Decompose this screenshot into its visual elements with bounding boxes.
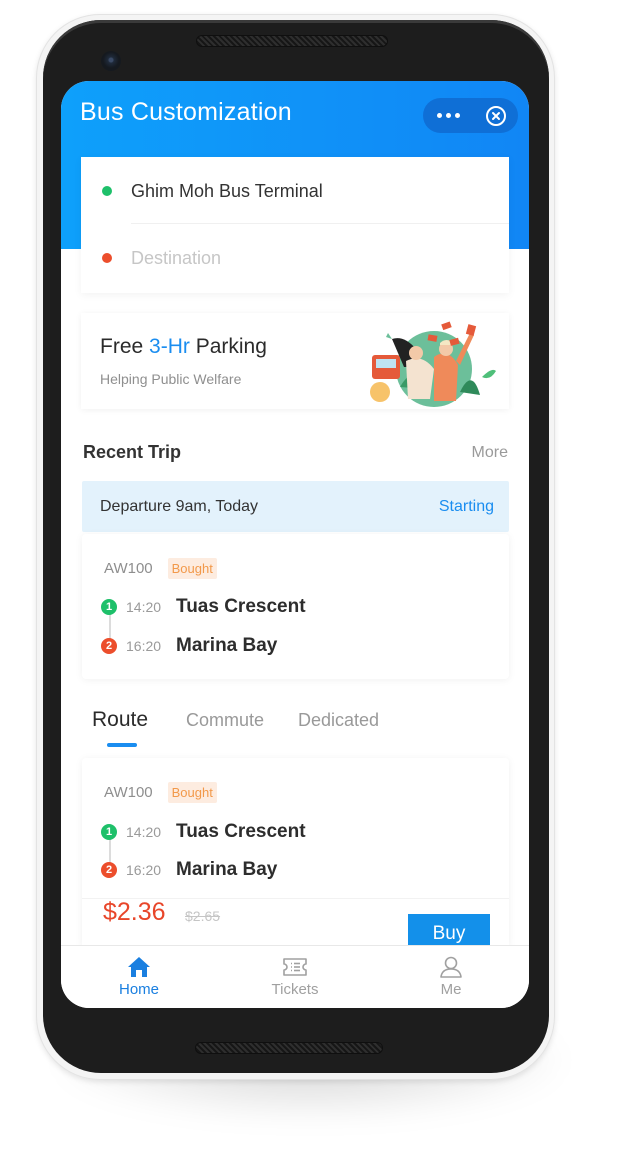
nav-label: Tickets: [271, 981, 319, 998]
close-button[interactable]: [473, 98, 518, 133]
stop-time: 14:20: [126, 599, 162, 615]
home-icon: [128, 957, 150, 977]
nav-label: Home: [118, 981, 159, 998]
departure-bar[interactable]: Departure 9am, Today Starting: [82, 481, 509, 532]
people-celebrating-illustration: [370, 321, 496, 407]
user-icon: [440, 956, 462, 978]
tab-commute[interactable]: Commute: [186, 710, 264, 731]
stop-number-badge: 1: [101, 599, 117, 615]
ellipsis-icon: [436, 113, 442, 118]
stop-time: 16:20: [126, 638, 162, 654]
ellipsis-dot: [445, 113, 451, 118]
price: $2.36: [103, 898, 166, 926]
stop-name: Tuas Crescent: [176, 821, 306, 842]
nav-label: Me: [440, 981, 462, 998]
original-price: $2.65: [185, 908, 221, 924]
destination-field[interactable]: Destination: [81, 225, 509, 291]
origin-field[interactable]: Ghim Moh Bus Terminal: [81, 158, 509, 224]
active-tab-indicator: [107, 743, 137, 747]
stop-row: 1 14:20 Tuas Crescent: [101, 596, 306, 618]
departure-status: Starting: [438, 497, 494, 515]
section-title: Recent Trip: [83, 442, 182, 462]
more-link[interactable]: More: [472, 444, 508, 462]
stop-row: 2 16:20 Marina Bay: [101, 859, 277, 881]
stop-number-badge: 2: [101, 862, 117, 878]
ticket-icon: [283, 958, 307, 976]
bottom-nav: Home Tickets Me: [61, 945, 529, 1008]
recent-trip-card[interactable]: AW100 Bought 1 14:20 Tuas Crescent 2 16:…: [82, 534, 509, 679]
page-title: Bus Customization: [80, 98, 292, 126]
destination-placeholder: Destination: [131, 247, 222, 268]
origin-value: Ghim Moh Bus Terminal: [131, 180, 323, 201]
stop-row: 2 16:20 Marina Bay: [101, 635, 277, 657]
location-card: Ghim Moh Bus Terminal Destination: [81, 157, 509, 293]
promo-subtitle: Helping Public Welfare: [100, 371, 242, 387]
app-screen: Bus Customization Ghim Moh Bus Terminal …: [61, 81, 529, 1008]
bus-code: AW100: [104, 560, 153, 577]
route-type-tabs: Route Commute Dedicated: [61, 701, 529, 751]
promo-title-highlight: 3-Hr: [149, 335, 190, 358]
stop-name: Marina Bay: [176, 859, 278, 880]
origin-dot-icon: [102, 186, 112, 196]
destination-dot-icon: [102, 253, 112, 263]
front-camera: [101, 51, 121, 71]
stop-name: Marina Bay: [176, 635, 278, 656]
stop-row: 1 14:20 Tuas Crescent: [101, 821, 306, 843]
stop-number-badge: 1: [101, 824, 117, 840]
bus-code: AW100: [104, 784, 153, 801]
ellipsis-dot: [454, 113, 460, 118]
bottom-speaker-grille: [195, 1042, 383, 1054]
stop-name: Tuas Crescent: [176, 596, 306, 617]
promo-title: Free 3-Hr Parking: [100, 335, 267, 359]
nav-item-tickets[interactable]: Tickets: [217, 946, 373, 1008]
nav-item-me[interactable]: Me: [373, 946, 529, 1008]
stop-number-badge: 2: [101, 638, 117, 654]
recent-trip-header: Recent Trip More: [83, 442, 508, 466]
tab-dedicated[interactable]: Dedicated: [298, 710, 379, 731]
more-button[interactable]: [423, 98, 473, 133]
promo-title-suffix: Parking: [189, 335, 267, 358]
status-badge: Bought: [167, 782, 217, 803]
divider: [131, 223, 509, 224]
top-speaker-grille: [196, 35, 388, 47]
stop-time: 14:20: [126, 824, 162, 840]
close-circle-icon: [485, 105, 506, 126]
trip-meta: AW100 Bought: [104, 782, 217, 803]
trip-meta: AW100 Bought: [104, 558, 217, 579]
promo-title-prefix: Free: [100, 335, 150, 358]
mini-program-capsule: [423, 98, 518, 133]
route-card[interactable]: AW100 Bought 1 14:20 Tuas Crescent 2 16:…: [82, 758, 509, 954]
stop-time: 16:20: [126, 862, 162, 878]
departure-text: Departure 9am, Today: [100, 497, 259, 515]
status-badge: Bought: [167, 558, 217, 579]
nav-item-home[interactable]: Home: [61, 946, 217, 1008]
tab-route[interactable]: Route: [92, 708, 148, 732]
parking-promo-banner[interactable]: Free 3-Hr Parking Helping Public Welfare: [81, 313, 509, 409]
